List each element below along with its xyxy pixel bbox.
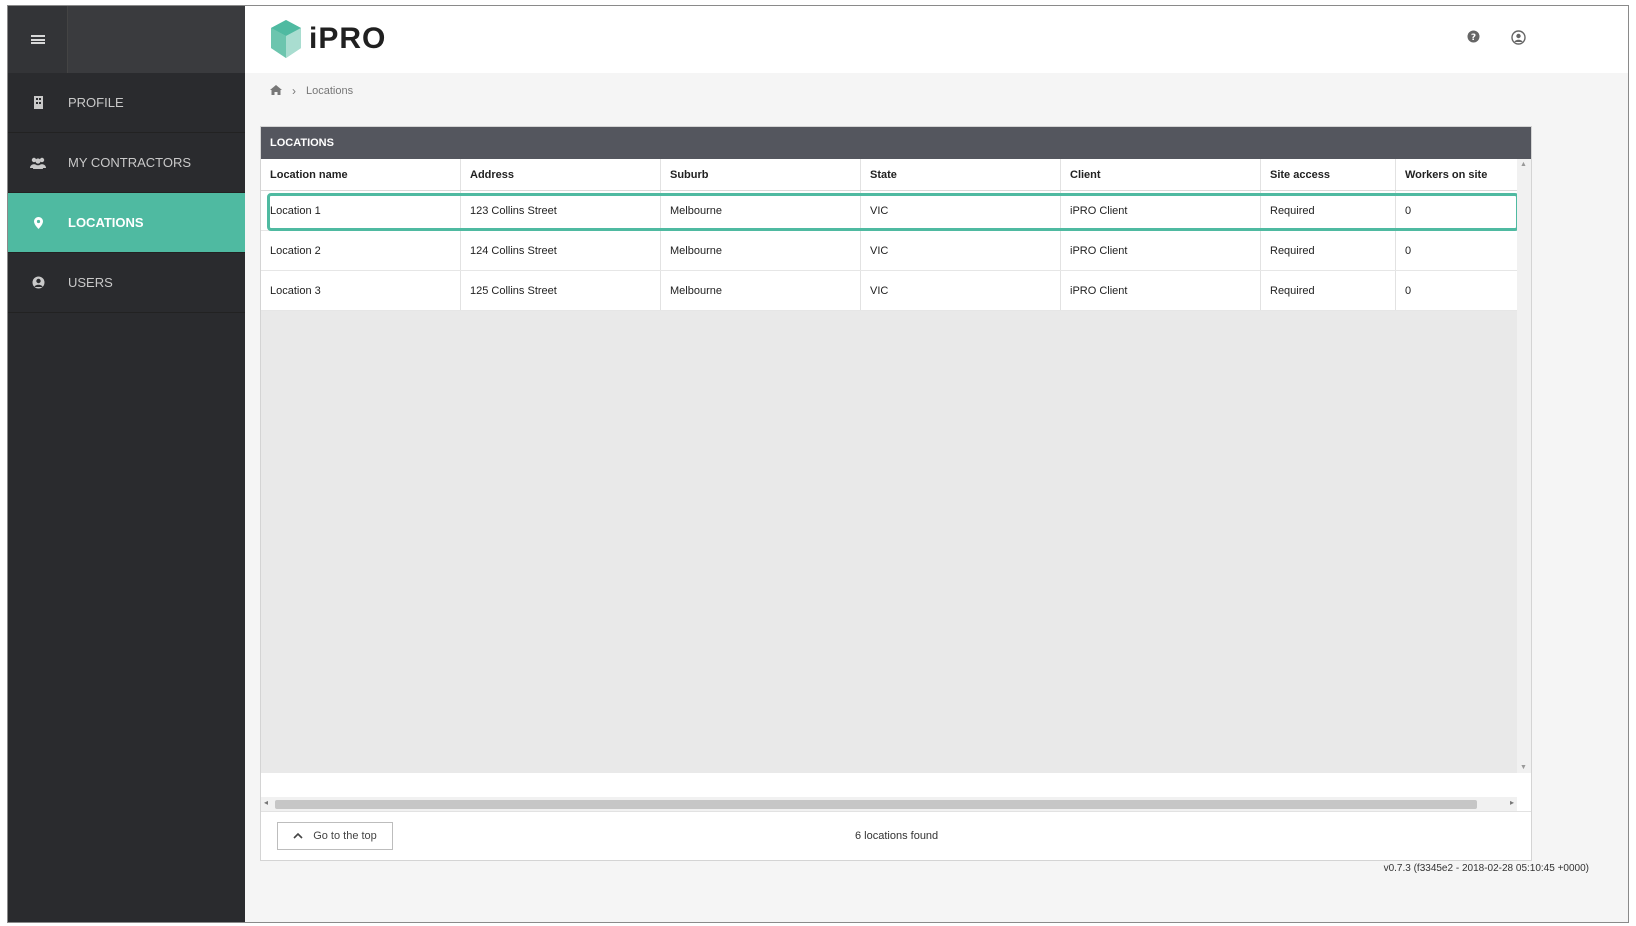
cell-workers-on-site: 0: [1405, 284, 1412, 297]
column-header-client[interactable]: Client: [1061, 159, 1261, 190]
ipro-logo[interactable]: iPRO: [271, 20, 386, 58]
users-group-icon: [8, 157, 68, 169]
sidebar-top: [8, 6, 245, 73]
cell-suburb: Melbourne: [661, 191, 861, 230]
horizontal-scrollbar[interactable]: ◂ ▸: [261, 797, 1517, 811]
cell-state: VIC: [861, 231, 1061, 270]
column-header-location-name[interactable]: Location name: [261, 159, 461, 190]
column-header-suburb[interactable]: Suburb: [661, 159, 861, 190]
table-row[interactable]: Location 1 123 Collins Street Melbourne …: [261, 191, 1517, 231]
cell-state: VIC: [861, 191, 1061, 230]
brand-name: iPRO: [309, 22, 387, 55]
column-header-workers-on-site[interactable]: Workers on site: [1396, 159, 1517, 190]
table-row[interactable]: Location 3 125 Collins Street Melbourne …: [261, 271, 1517, 311]
column-header-address[interactable]: Address: [461, 159, 661, 190]
breadcrumb: › Locations: [270, 84, 353, 98]
table-row[interactable]: Location 2 124 Collins Street Melbourne …: [261, 231, 1517, 271]
sidebar-item-label: MY CONTRACTORS: [68, 155, 192, 170]
sidebar-item-locations[interactable]: LOCATIONS: [8, 193, 245, 253]
cell-site-access: Required: [1261, 271, 1396, 310]
map-pin-icon: [8, 216, 68, 229]
sidebar-item-label: PROFILE: [68, 95, 124, 110]
sidebar-item-label: USERS: [68, 275, 113, 290]
cell-suburb: Melbourne: [661, 271, 861, 310]
column-header-state[interactable]: State: [861, 159, 1061, 190]
cell-state: VIC: [861, 271, 1061, 310]
ipro-logo-mark-icon: [271, 20, 301, 58]
locations-panel: LOCATIONS Location name Address Suburb S…: [260, 126, 1532, 861]
account-icon[interactable]: [1511, 30, 1529, 48]
go-to-top-label: Go to the top: [313, 830, 377, 842]
sidebar-item-label: LOCATIONS: [68, 215, 144, 230]
scroll-down-icon[interactable]: ▼: [1520, 764, 1527, 771]
version-info: v0.7.3 (f3345e2 - 2018-02-28 05:10:45 +0…: [1383, 863, 1589, 874]
menu-toggle-button[interactable]: [8, 6, 68, 73]
cell-location-name: Location 1: [261, 191, 461, 230]
sidebar-item-my-contractors[interactable]: MY CONTRACTORS: [8, 133, 245, 193]
breadcrumb-current: Locations: [306, 85, 354, 97]
cell-address: 124 Collins Street: [461, 231, 661, 270]
building-icon: [8, 96, 68, 109]
results-count: 6 locations found: [855, 830, 939, 842]
cell-site-access: Required: [1261, 191, 1396, 230]
sidebar-item-profile[interactable]: PROFILE: [8, 73, 245, 133]
cell-site-access: Required: [1261, 231, 1396, 270]
cell-location-name: Location 2: [261, 231, 461, 270]
cell-suburb: Melbourne: [661, 231, 861, 270]
cell-client: iPRO Client: [1061, 191, 1261, 230]
vertical-scrollbar[interactable]: ▲ ▼: [1517, 159, 1531, 773]
cell-location-name: Location 3: [261, 271, 461, 310]
scroll-up-icon[interactable]: ▲: [1520, 161, 1527, 168]
panel-footer: Go to the top 6 locations found: [261, 811, 1531, 860]
sidebar-item-users[interactable]: USERS: [8, 253, 245, 313]
go-to-top-button[interactable]: Go to the top: [277, 822, 393, 850]
help-icon[interactable]: ?: [1467, 30, 1485, 48]
panel-title: LOCATIONS: [261, 127, 1531, 159]
sidebar: PROFILE MY CONTRACTORS LOCATIONS USERS: [8, 6, 245, 922]
chevron-up-icon: [293, 830, 303, 842]
app-window: PROFILE MY CONTRACTORS LOCATIONS USERS i…: [7, 5, 1629, 923]
cell-client: iPRO Client: [1061, 271, 1261, 310]
home-icon[interactable]: [270, 84, 282, 98]
locations-table: Location name Address Suburb State Clien…: [261, 159, 1519, 773]
top-header: iPRO ?: [245, 6, 1628, 73]
column-header-site-access[interactable]: Site access: [1261, 159, 1396, 190]
cell-address: 123 Collins Street: [461, 191, 661, 230]
table-header: Location name Address Suburb State Clien…: [261, 159, 1517, 191]
scroll-left-icon[interactable]: ◂: [264, 798, 268, 807]
scroll-right-icon[interactable]: ▸: [1510, 798, 1514, 807]
cell-client: iPRO Client: [1061, 231, 1261, 270]
hamburger-icon: [30, 34, 45, 46]
cell-address: 125 Collins Street: [461, 271, 661, 310]
cell-workers-on-site: 0: [1405, 244, 1412, 257]
cell-workers-on-site: 0: [1405, 204, 1412, 217]
svg-text:?: ?: [1471, 33, 1476, 43]
breadcrumb-separator: ›: [292, 84, 296, 98]
horizontal-scroll-thumb[interactable]: [275, 800, 1477, 809]
user-circle-icon: [8, 276, 68, 289]
